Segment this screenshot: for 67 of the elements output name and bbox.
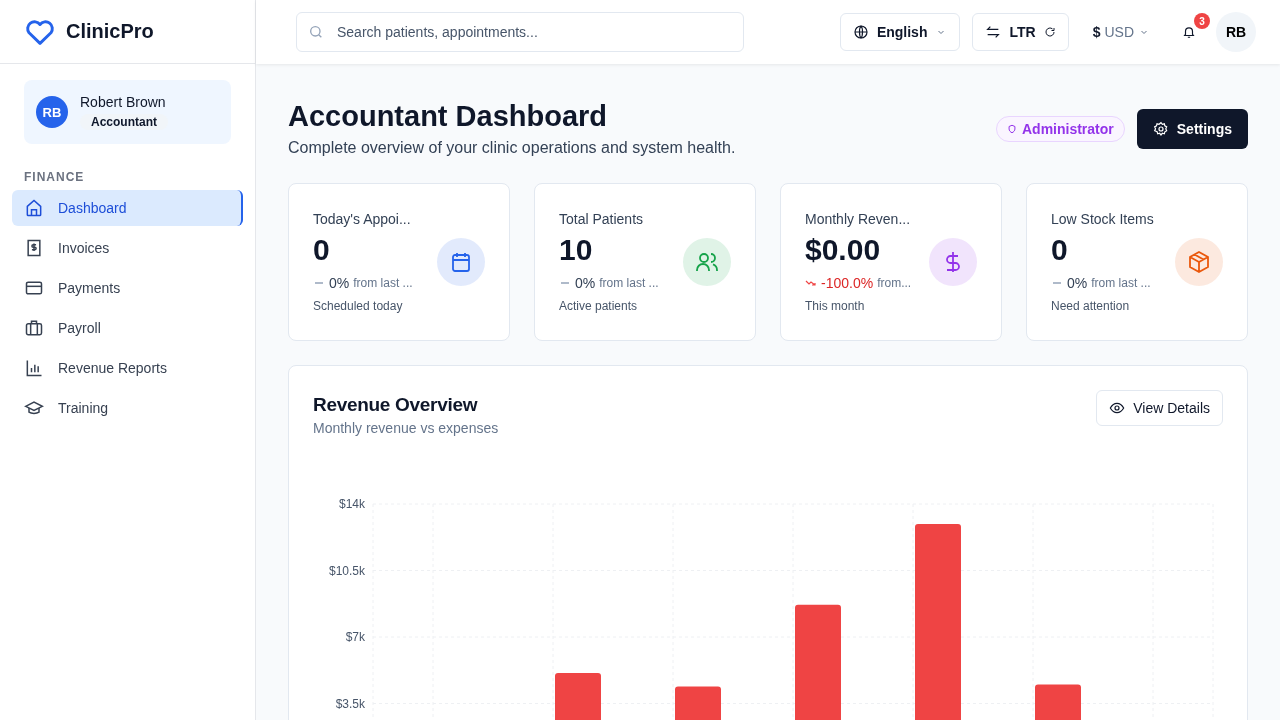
card-subtitle: Monthly revenue vs expenses	[313, 420, 499, 436]
page-title: Accountant Dashboard	[288, 100, 609, 133]
settings-icon	[1152, 120, 1169, 137]
sidebar-item[interactable]: Training	[12, 390, 243, 426]
stat-title: Today's Appoi...	[313, 211, 412, 227]
refresh-icon	[1043, 26, 1056, 38]
stat-value: $0.00	[805, 233, 882, 267]
stat-note: Need attention	[1051, 299, 1131, 313]
stat-change: 0%	[575, 275, 596, 291]
calendar-icon	[449, 250, 473, 274]
stat-note: This month	[805, 299, 866, 313]
role-badge: Administrator	[995, 115, 1125, 142]
stat-change-note: from last ...	[1091, 276, 1151, 290]
sidebar-item[interactable]: Invoices	[12, 230, 243, 266]
settings-button[interactable]: Settings	[1136, 108, 1248, 149]
receipt-icon	[24, 238, 44, 258]
axis-tick-label: $3.5k	[335, 696, 365, 711]
section-heading: FINANCE	[24, 170, 86, 184]
sidebar-item[interactable]: Payroll	[12, 310, 243, 346]
stat-change: -100.0%	[821, 275, 874, 291]
stat-value: 10	[559, 233, 594, 267]
package-icon	[1187, 250, 1211, 274]
stat-change: 0%	[329, 275, 350, 291]
stat-note: Scheduled today	[313, 299, 404, 313]
card-title: Revenue Overview	[313, 394, 479, 416]
search-field[interactable]: Search patients, appointments...	[296, 12, 744, 52]
stat-change: 0%	[1067, 275, 1088, 291]
page-subtitle: Complete overview of your clinic operations and system health.	[288, 139, 736, 157]
axis-tick-label: $14k	[338, 497, 365, 511]
chart-bar	[1035, 684, 1081, 720]
stat-change-note: from last ...	[353, 276, 413, 290]
users-icon	[695, 250, 719, 274]
user-name: Robert Brown	[80, 94, 167, 110]
stat-change-note: from...	[877, 276, 912, 290]
stat-value: 0	[1051, 233, 1069, 267]
stat-title: Total Patients	[559, 211, 645, 227]
chart-bar	[675, 686, 721, 720]
stat-change-note: from last ...	[599, 276, 659, 290]
stat-title: Low Stock Items	[1051, 211, 1154, 227]
home-icon	[24, 198, 44, 218]
briefcase-icon	[24, 318, 44, 338]
axis-tick-label: $10.5k	[328, 563, 365, 578]
user-avatar: RB	[36, 96, 68, 128]
sidebar-item[interactable]: Payments	[12, 270, 243, 306]
swap-arrows-icon	[985, 24, 1002, 40]
bell-icon[interactable]	[1182, 25, 1196, 39]
credit-card-icon	[24, 278, 44, 298]
stat-value: 0	[313, 233, 331, 267]
search-icon	[308, 24, 324, 40]
currency-selector[interactable]: $ USD	[1080, 24, 1162, 40]
bar-chart-icon	[24, 358, 44, 378]
direction-toggle[interactable]: LTR	[972, 13, 1069, 51]
axis-tick-label: $7k	[345, 630, 365, 644]
chart-bar	[555, 673, 601, 720]
eye-icon	[1109, 400, 1126, 416]
stat-title: Monthly Reven...	[805, 211, 912, 227]
language-selector[interactable]: English	[839, 13, 961, 51]
sidebar-item[interactable]: Revenue Reports	[12, 350, 243, 386]
sidebar-item[interactable]: Dashboard	[12, 190, 243, 226]
globe-icon	[852, 24, 869, 40]
notification-badge: 3	[1194, 13, 1210, 29]
stat-note: Active patients	[559, 299, 639, 313]
user-avatar[interactable]: RB	[1216, 12, 1256, 52]
shield-icon	[1006, 123, 1017, 134]
view-details-button[interactable]: View Details	[1096, 390, 1223, 426]
brand-name: ClinicPro	[66, 20, 154, 43]
role-badge: Accountant	[80, 114, 168, 130]
